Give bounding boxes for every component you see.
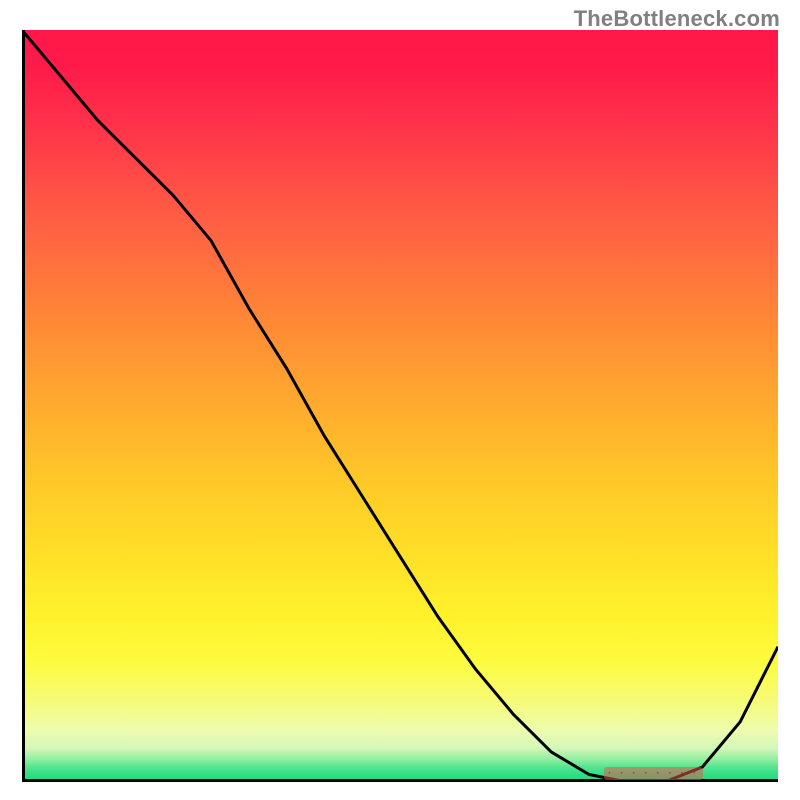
- marker-label: · · · · · · · ·: [604, 767, 703, 780]
- plot-area: · · · · · · · ·: [22, 30, 778, 782]
- watermark-text: TheBottleneck.com: [574, 6, 780, 32]
- gradient-background: [22, 30, 778, 782]
- chart-container: TheBottleneck.com · · · · · · · ·: [0, 0, 800, 800]
